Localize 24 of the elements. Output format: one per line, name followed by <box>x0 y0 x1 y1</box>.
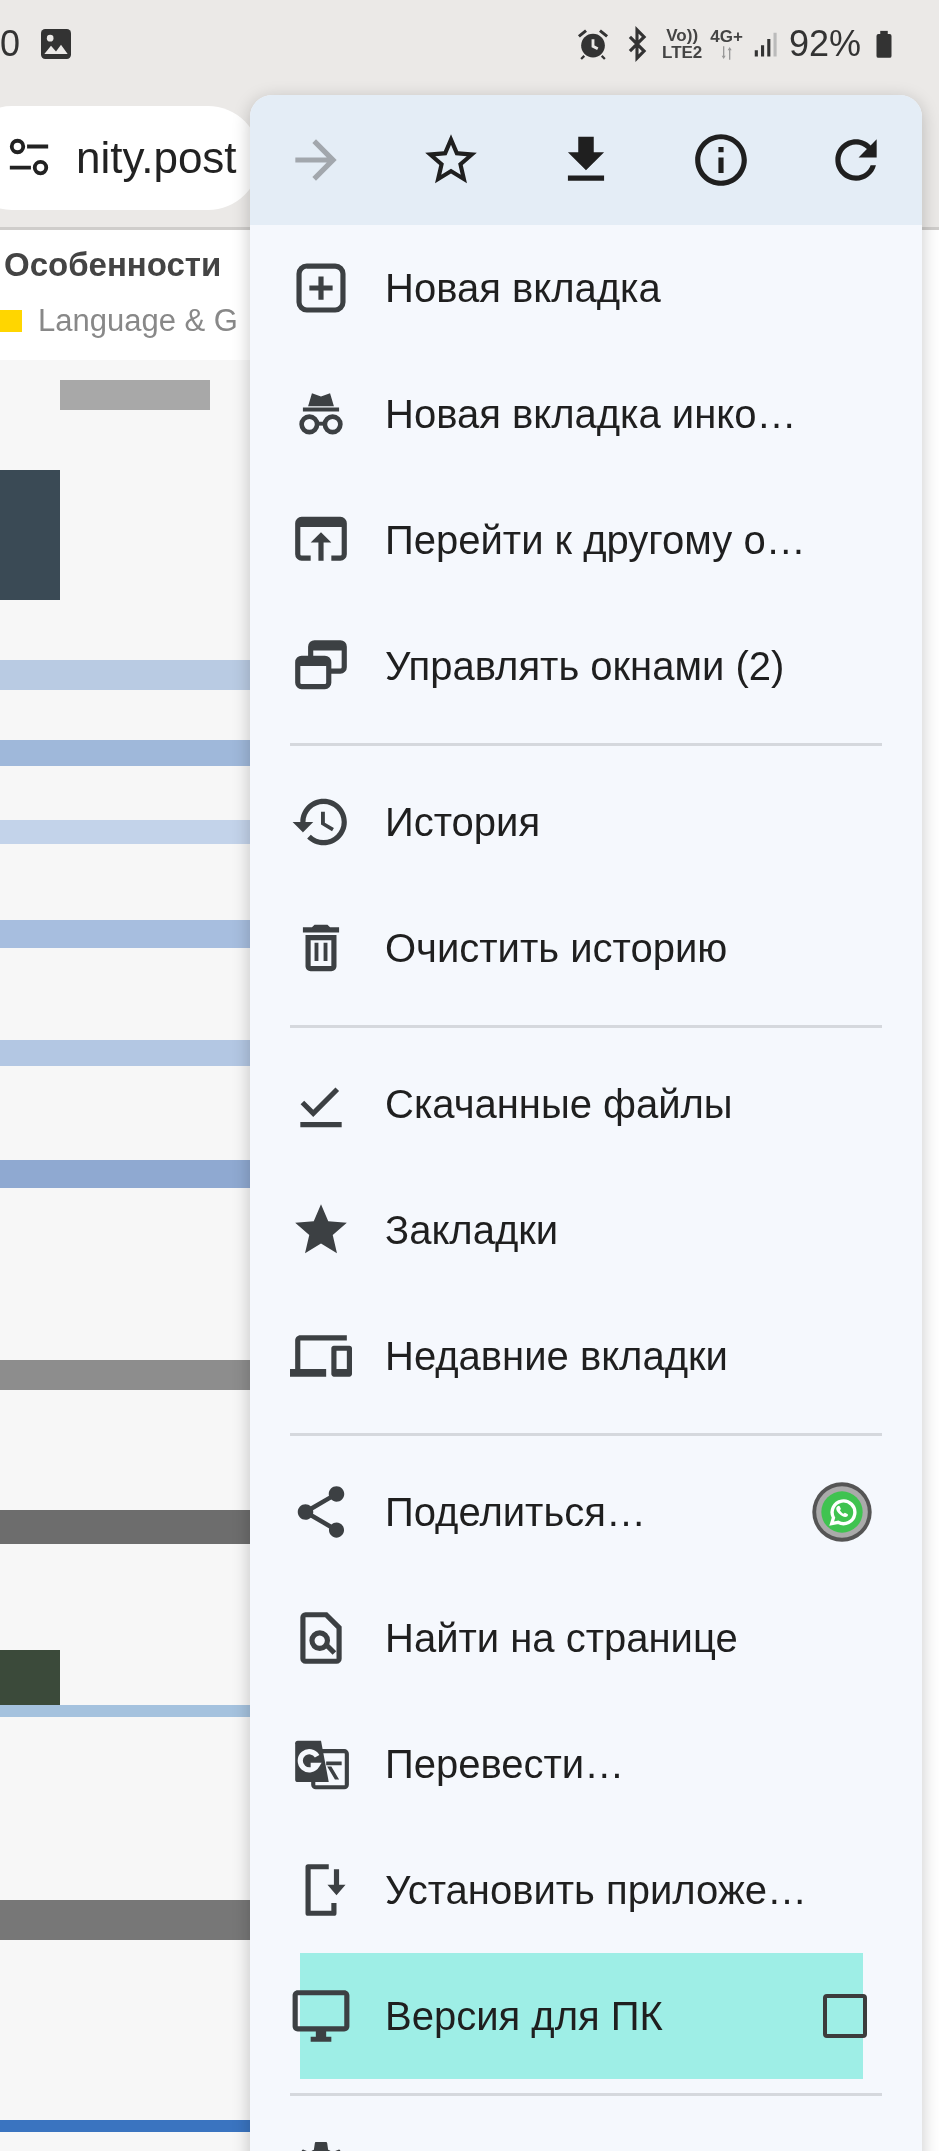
clock-text: 0 <box>0 22 21 66</box>
network-label: LTE2 <box>662 44 703 61</box>
data-type-label: 4G+ <box>710 27 743 45</box>
battery-text: 92% <box>788 22 861 66</box>
menu-item[interactable]: Найти на странице <box>250 1575 922 1701</box>
article-title: Особенности <box>4 245 222 285</box>
menu-item[interactable]: Закладки <box>250 1167 922 1293</box>
app-shortcut-icon[interactable] <box>811 1481 873 1543</box>
category-label: Language & G <box>38 301 238 340</box>
menu-item[interactable]: Очистить историю <box>250 885 922 1011</box>
menu-item[interactable]: Новая вкладка <box>250 225 922 351</box>
menu-item[interactable]: Версия для ПК <box>250 1953 922 2079</box>
category-marker-icon <box>0 309 22 332</box>
menu-item[interactable]: Скачанные файлы <box>250 1041 922 1167</box>
menu-item[interactable]: Перейти к другому о… <box>250 477 922 603</box>
network-label: Vo)) <box>665 27 700 44</box>
menu-item[interactable]: Управлять окнами (2) <box>250 603 922 729</box>
menu-item[interactable]: Новая вкладка инко… <box>250 351 922 477</box>
menu-item[interactable]: Поделиться… <box>250 1449 922 1575</box>
menu-item[interactable]: Недавние вкладки <box>250 1293 922 1419</box>
menu-item[interactable]: Перевести… <box>250 1701 922 1827</box>
menu-item[interactable]: История <box>250 759 922 885</box>
menu-item[interactable]: Установить приложе… <box>250 1827 922 1953</box>
checkbox[interactable] <box>823 1994 867 2038</box>
